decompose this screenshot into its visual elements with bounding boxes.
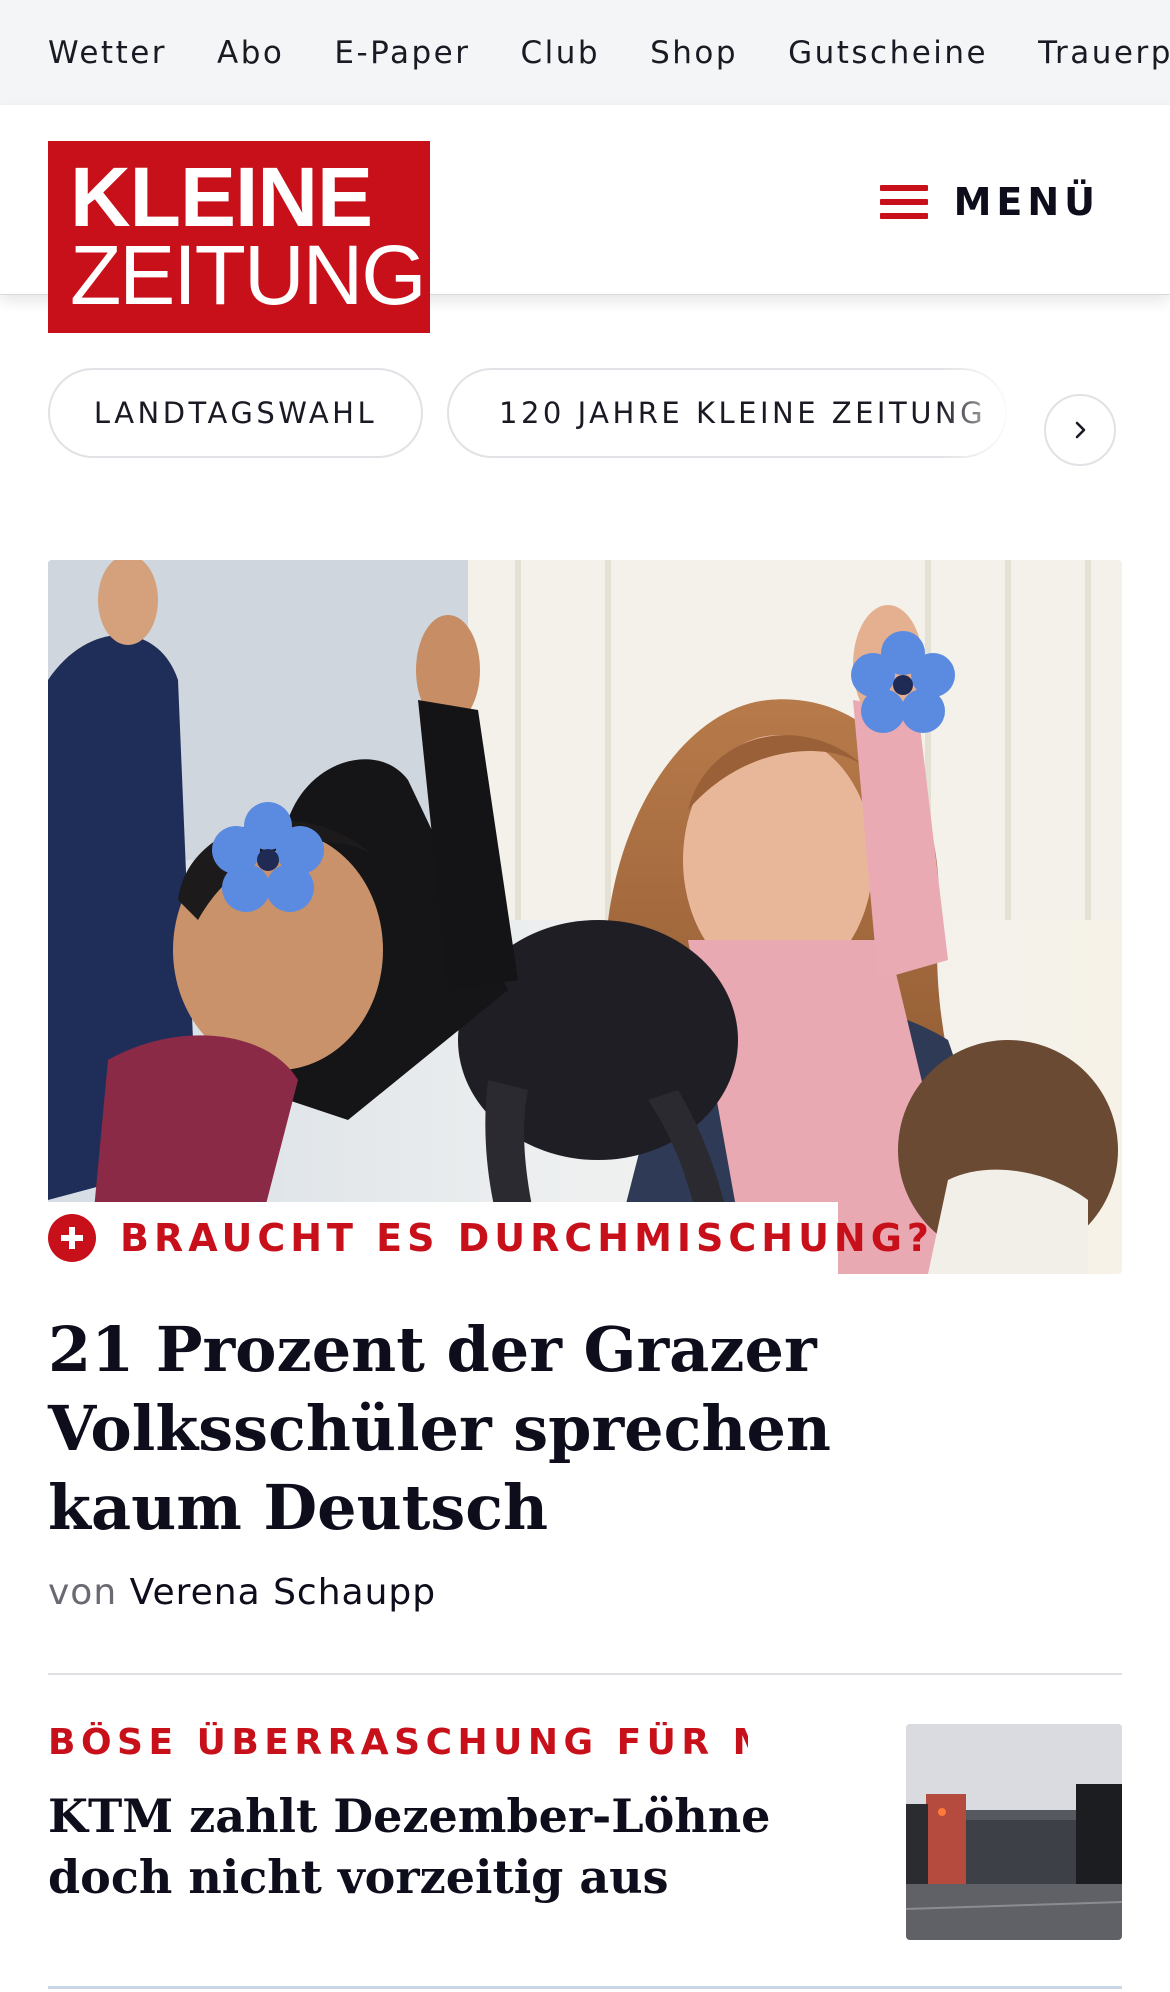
nav-item-epaper[interactable]: E-Paper <box>334 35 470 71</box>
hero-byline: von Verena Schaupp <box>48 1572 436 1613</box>
classroom-photo <box>48 560 1122 1274</box>
brand-logo[interactable]: KLEINE ZEITUNG <box>48 141 430 333</box>
hero-image[interactable] <box>48 560 1122 1274</box>
chevron-right-icon <box>1075 421 1086 439</box>
logo-line-1: KLEINE <box>70 150 373 244</box>
menu-label: MENÜ <box>953 180 1100 224</box>
nav-item-gutscheine[interactable]: Gutscheine <box>788 35 988 71</box>
menu-button[interactable]: MENÜ <box>879 177 1100 227</box>
factory-photo <box>906 1724 1122 1940</box>
nav-item-trauerportal[interactable]: Trauerportal <box>1038 35 1170 71</box>
topic-tags: LANDTAGSWAHL 120 JAHRE KLEINE ZEITUNG <box>0 368 1170 468</box>
logo-line-2: ZEITUNG <box>70 228 427 322</box>
hero-headline[interactable]: 21 Prozent der Grazer Volksschüler sprec… <box>48 1310 908 1547</box>
nav-item-club[interactable]: Club <box>520 35 600 71</box>
tags-next-button[interactable] <box>1044 394 1116 466</box>
teaser-thumbnail[interactable] <box>906 1724 1122 1940</box>
tag-120-jahre[interactable]: 120 JAHRE KLEINE ZEITUNG <box>447 368 1007 458</box>
teaser-kicker: BÖSE ÜBERRASCHUNG FÜR MI… <box>48 1722 748 1763</box>
hero-kicker: BRAUCHT ES DURCHMISCHUNG? <box>120 1216 934 1260</box>
byline-author[interactable]: Verena Schaupp <box>130 1572 437 1613</box>
byline-prefix: von <box>48 1572 118 1613</box>
scroll-fade <box>940 368 1050 468</box>
section-divider <box>48 1673 1122 1675</box>
tag-landtagswahl[interactable]: LANDTAGSWAHL <box>48 368 423 458</box>
teaser-headline[interactable]: KTM zahlt Dezember-Löhne doch nicht vorz… <box>48 1786 808 1908</box>
hero-kicker-box: BRAUCHT ES DURCHMISCHUNG? <box>48 1202 929 1274</box>
nav-item-shop[interactable]: Shop <box>650 35 738 71</box>
nav-item-abo[interactable]: Abo <box>217 35 284 71</box>
plus-icon <box>48 1214 96 1262</box>
nav-item-wetter[interactable]: Wetter <box>48 35 167 71</box>
site-header: KLEINE ZEITUNG MENÜ <box>0 105 1170 333</box>
hamburger-icon <box>879 185 928 219</box>
service-navigation: Wetter Abo E-Paper Club Shop Gutscheine … <box>0 0 1170 105</box>
bottom-divider <box>48 1986 1122 1989</box>
